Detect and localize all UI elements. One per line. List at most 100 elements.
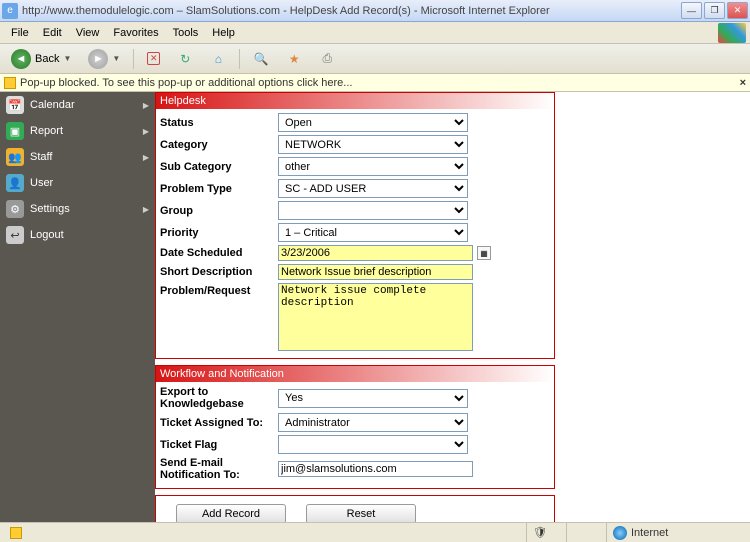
assigned-select[interactable]: Administrator: [278, 413, 468, 432]
statusbar: 🛡 Internet: [0, 522, 750, 542]
window-titlebar: e http://www.themodulelogic.com – SlamSo…: [0, 0, 750, 22]
subcategory-label: Sub Category: [160, 161, 278, 173]
back-label: Back: [35, 53, 59, 65]
back-icon: ◄: [11, 49, 31, 69]
popup-blocked-bar[interactable]: Pop-up blocked. To see this pop-up or ad…: [0, 74, 750, 92]
refresh-button[interactable]: ↻: [170, 48, 200, 70]
sidebar-item-label: Report: [30, 125, 63, 137]
refresh-icon: ↻: [177, 51, 193, 67]
menu-help[interactable]: Help: [205, 24, 242, 42]
chevron-right-icon: ▶: [143, 127, 149, 136]
helpdesk-panel: Helpdesk StatusOpen CategoryNETWORK Sub …: [155, 92, 555, 359]
forward-icon: ►: [88, 49, 108, 69]
problem-request-textarea[interactable]: [278, 283, 473, 351]
status-select[interactable]: Open: [278, 113, 468, 132]
content-area: Helpdesk StatusOpen CategoryNETWORK Sub …: [155, 92, 750, 522]
menu-tools[interactable]: Tools: [166, 24, 206, 42]
report-icon: ▣: [6, 122, 24, 140]
minimize-button[interactable]: —: [681, 2, 702, 19]
calendar-icon: 📅: [6, 96, 24, 114]
globe-icon: [613, 526, 627, 540]
sidebar-item-report[interactable]: ▣ Report ▶: [0, 118, 155, 144]
favorites-button[interactable]: ★: [279, 48, 309, 70]
search-icon: 🔍: [253, 51, 269, 67]
date-scheduled-input[interactable]: [278, 245, 473, 261]
chevron-right-icon: ▶: [143, 101, 149, 110]
sidebar-item-calendar[interactable]: 📅 Calendar ▶: [0, 92, 155, 118]
forward-button[interactable]: ► ▼: [81, 48, 127, 70]
shield-small-icon: 🛡: [533, 526, 547, 539]
shield-icon: [10, 527, 22, 539]
sidebar-item-logout[interactable]: ↩ Logout: [0, 222, 155, 248]
email-input[interactable]: [278, 461, 473, 477]
calendar-picker-icon[interactable]: ▦: [477, 246, 491, 260]
search-button[interactable]: 🔍: [246, 48, 276, 70]
popup-text: Pop-up blocked. To see this pop-up or ad…: [20, 77, 352, 89]
menu-edit[interactable]: Edit: [36, 24, 69, 42]
workflow-panel: Workflow and Notification Export to Know…: [155, 365, 555, 489]
sidebar-item-label: User: [30, 177, 53, 189]
chevron-right-icon: ▶: [143, 205, 149, 214]
chevron-down-icon: ▼: [112, 54, 120, 63]
priority-select[interactable]: 1 – Critical: [278, 223, 468, 242]
window-title: http://www.themodulelogic.com – SlamSolu…: [22, 5, 681, 17]
menu-view[interactable]: View: [69, 24, 107, 42]
status-label: Status: [160, 117, 278, 129]
sidebar: 📅 Calendar ▶ ▣ Report ▶ 👥 Staff ▶ 👤 User…: [0, 92, 155, 522]
problem-type-select[interactable]: SC - ADD USER: [278, 179, 468, 198]
home-icon: ⌂: [210, 51, 226, 67]
group-label: Group: [160, 205, 278, 217]
user-icon: 👤: [6, 174, 24, 192]
gear-icon: ⚙: [6, 200, 24, 218]
priority-label: Priority: [160, 227, 278, 239]
sidebar-item-label: Settings: [30, 203, 70, 215]
title-rest: – SlamSolutions.com - HelpDesk Add Recor…: [174, 5, 550, 17]
ie-icon: e: [2, 3, 18, 19]
problem-request-label: Problem/Request: [160, 283, 278, 297]
category-label: Category: [160, 139, 278, 151]
toolbar-separator: [133, 49, 134, 69]
flag-label: Ticket Flag: [160, 439, 278, 451]
date-scheduled-label: Date Scheduled: [160, 247, 278, 259]
sidebar-item-user[interactable]: 👤 User: [0, 170, 155, 196]
menubar: File Edit View Favorites Tools Help: [0, 22, 750, 44]
star-icon: ★: [286, 51, 302, 67]
export-select[interactable]: Yes: [278, 389, 468, 408]
workflow-heading: Workflow and Notification: [156, 366, 554, 382]
assigned-label: Ticket Assigned To:: [160, 417, 278, 429]
subcategory-select[interactable]: other: [278, 157, 468, 176]
add-record-button[interactable]: Add Record: [176, 504, 286, 522]
logout-icon: ↩: [6, 226, 24, 244]
sidebar-item-label: Staff: [30, 151, 52, 163]
toolbar: ◄ Back ▼ ► ▼ ✕ ↻ ⌂ 🔍 ★ ⎙: [0, 44, 750, 74]
shield-icon: [4, 77, 16, 89]
email-label: Send E-mail Notification To:: [160, 457, 278, 481]
sidebar-item-label: Logout: [30, 229, 64, 241]
sidebar-item-staff[interactable]: 👥 Staff ▶: [0, 144, 155, 170]
sidebar-item-settings[interactable]: ⚙ Settings ▶: [0, 196, 155, 222]
reset-button[interactable]: Reset: [306, 504, 416, 522]
maximize-button[interactable]: ❐: [704, 2, 725, 19]
chevron-down-icon: ▼: [63, 54, 71, 63]
flag-select[interactable]: [278, 435, 468, 454]
stop-button[interactable]: ✕: [140, 48, 167, 70]
action-row: Add Record Reset: [155, 495, 555, 522]
sidebar-item-label: Calendar: [30, 99, 75, 111]
home-button[interactable]: ⌂: [203, 48, 233, 70]
category-select[interactable]: NETWORK: [278, 135, 468, 154]
group-select[interactable]: [278, 201, 468, 220]
menu-file[interactable]: File: [4, 24, 36, 42]
windows-logo-icon: [718, 23, 746, 43]
print-icon: ⎙: [319, 51, 335, 67]
back-button[interactable]: ◄ Back ▼: [4, 48, 78, 70]
short-desc-input[interactable]: [278, 264, 473, 280]
toolbar-separator: [239, 49, 240, 69]
zone-label: Internet: [631, 527, 668, 539]
problem-type-label: Problem Type: [160, 183, 278, 195]
popup-close-button[interactable]: ×: [740, 77, 746, 89]
stop-icon: ✕: [147, 52, 160, 65]
close-button[interactable]: ✕: [727, 2, 748, 19]
print-button[interactable]: ⎙: [312, 48, 342, 70]
helpdesk-heading: Helpdesk: [156, 93, 554, 109]
menu-favorites[interactable]: Favorites: [106, 24, 165, 42]
